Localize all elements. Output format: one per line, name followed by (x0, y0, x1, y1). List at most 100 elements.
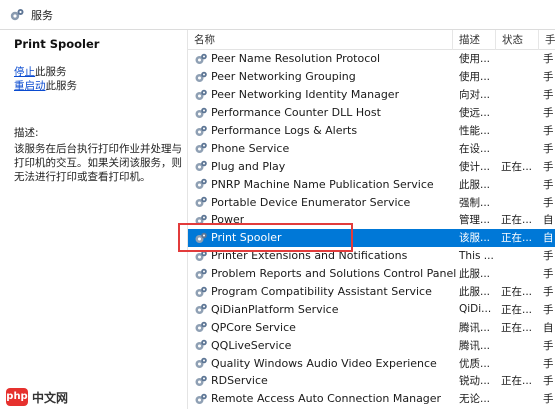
service-name-cell: QiDianPlatform Service (194, 302, 458, 316)
table-row[interactable]: Portable Device Enumerator Service 强制... 手 (188, 193, 555, 211)
service-status: 正在... (501, 160, 533, 173)
service-gear-icon (194, 392, 208, 406)
service-name-cell: Printer Extensions and Notifications (194, 249, 458, 263)
service-name: Peer Name Resolution Protocol (211, 52, 381, 66)
service-startup-type: 手 (543, 89, 554, 102)
table-row[interactable]: RDService 锐动... 正在... 手 (188, 372, 555, 390)
watermark-text: 中文网 (32, 390, 69, 405)
table-row[interactable]: Performance Logs & Alerts 性能... 手 (188, 122, 555, 140)
service-details-panel: Print Spooler 停止此服务 重启动此服务 描述: 该服务在后台执行打… (0, 30, 188, 409)
service-name-cell: QPCore Service (194, 320, 458, 334)
service-name-cell: Peer Networking Identity Manager (194, 88, 458, 102)
table-row[interactable]: PNRP Machine Name Publication Service 此服.… (188, 175, 555, 193)
column-header-name[interactable]: 名称 (188, 30, 453, 50)
service-name: Plug and Play (211, 159, 286, 173)
service-name-cell: Print Spooler (194, 231, 458, 245)
service-gear-icon (194, 106, 208, 120)
service-startup-type: 自 (543, 214, 554, 227)
service-description: 使计... (459, 160, 491, 173)
table-row[interactable]: Performance Counter DLL Host 使远... 手 (188, 104, 555, 122)
column-header-startup[interactable]: 手 (539, 30, 555, 50)
window-title: 服务 (31, 8, 53, 22)
service-gear-icon (194, 213, 208, 227)
table-row[interactable]: Peer Name Resolution Protocol 使用... 手 (188, 50, 555, 68)
service-startup-type: 手 (543, 393, 554, 406)
service-startup-type: 手 (543, 375, 554, 388)
table-row[interactable]: Plug and Play 使计... 正在... 手 (188, 157, 555, 175)
service-description: 使远... (459, 107, 491, 120)
table-row[interactable]: Printer Extensions and Notifications This… (188, 247, 555, 265)
service-name: Portable Device Enumerator Service (211, 195, 411, 209)
service-gear-icon (194, 285, 208, 299)
service-name-cell: QQLiveService (194, 338, 458, 352)
services-list[interactable]: ^ 名称 描述 状态 手 Peer Name Resolution Protoc… (188, 30, 555, 409)
table-row[interactable]: Print Spooler 该服... 正在... 自 (188, 228, 555, 247)
service-gear-icon (194, 88, 208, 102)
table-row[interactable]: Quality Windows Audio Video Experience 优质… (188, 354, 555, 372)
service-name: Peer Networking Grouping (211, 70, 356, 84)
stop-service-line: 停止此服务 (14, 65, 187, 79)
service-description: 无论... (459, 393, 491, 406)
service-description: 强制... (459, 196, 491, 209)
service-description: 此服... (459, 286, 491, 299)
service-description: 该服... (459, 232, 491, 245)
service-startup-type: 手 (543, 303, 554, 316)
column-header-description[interactable]: 描述 (453, 30, 496, 50)
service-status: 正在... (501, 375, 533, 388)
service-startup-type: 手 (543, 160, 554, 173)
table-row[interactable]: Remote Access Auto Connection Manager 无论.… (188, 390, 555, 408)
service-status: 正在... (501, 321, 533, 334)
service-gear-icon (194, 249, 208, 263)
service-gear-icon (194, 267, 208, 281)
service-gear-icon (194, 195, 208, 209)
service-startup-type: 手 (543, 125, 554, 137)
description-label: 描述: (14, 127, 39, 139)
table-row[interactable]: QQLiveService 腾讯... 手 (188, 336, 555, 354)
service-name: Print Spooler (211, 231, 282, 245)
service-startup-type: 手 (543, 71, 554, 84)
service-description: 此服... (459, 268, 491, 281)
service-startup-type: 自 (543, 232, 554, 245)
table-row[interactable]: Problem Reports and Solutions Control Pa… (188, 265, 555, 283)
service-description: 向对... (459, 89, 491, 102)
service-startup-type: 手 (543, 286, 554, 299)
service-startup-type: 手 (543, 357, 554, 370)
service-name-cell: Program Compatibility Assistant Service (194, 285, 458, 299)
table-row[interactable]: QiDianPlatform Service QiDi... 正在... 手 (188, 300, 555, 318)
service-name-cell: Plug and Play (194, 159, 458, 173)
table-row[interactable]: Peer Networking Grouping 使用... 手 (188, 68, 555, 86)
service-startup-type: 手 (543, 196, 554, 209)
service-startup-type: 手 (543, 53, 554, 66)
service-name-cell: Power (194, 213, 458, 227)
selected-service-name: Print Spooler (14, 37, 100, 51)
service-gear-icon (194, 70, 208, 84)
service-gear-icon (194, 177, 208, 191)
service-rows: Peer Name Resolution Protocol 使用... 手 Peer … (188, 50, 555, 408)
service-startup-type: 手 (543, 142, 554, 155)
service-description: QiDi... (459, 303, 492, 316)
table-row[interactable]: Program Compatibility Assistant Service 此… (188, 283, 555, 301)
table-row[interactable]: QPCore Service 腾讯... 正在... 自 (188, 318, 555, 336)
service-gear-icon (194, 159, 208, 173)
stop-service-link[interactable]: 停止 (14, 66, 35, 78)
service-name-cell: Portable Device Enumerator Service (194, 195, 458, 209)
restart-service-link[interactable]: 重启动 (14, 80, 46, 92)
service-name: PNRP Machine Name Publication Service (211, 177, 434, 191)
service-startup-type: 自 (543, 321, 554, 334)
service-description: 锐动... (459, 375, 491, 388)
table-row[interactable]: Power 管理... 正在... 自 (188, 211, 555, 229)
table-row[interactable]: Peer Networking Identity Manager 向对... 手 (188, 86, 555, 104)
service-name-cell: PNRP Machine Name Publication Service (194, 177, 458, 191)
service-name: Program Compatibility Assistant Service (211, 285, 432, 299)
service-gear-icon (194, 52, 208, 66)
service-description: 此服... (459, 178, 491, 191)
service-name: Peer Networking Identity Manager (211, 88, 400, 102)
service-name: QiDianPlatform Service (211, 302, 339, 316)
column-header-status[interactable]: 状态 (496, 30, 539, 50)
service-name: RDService (211, 374, 268, 388)
table-row[interactable]: Phone Service 在设... 手 (188, 139, 555, 157)
service-name: Performance Logs & Alerts (211, 124, 358, 137)
service-name-cell: Peer Networking Grouping (194, 70, 458, 84)
service-name: Power (211, 213, 245, 227)
service-status: 正在... (501, 286, 533, 299)
